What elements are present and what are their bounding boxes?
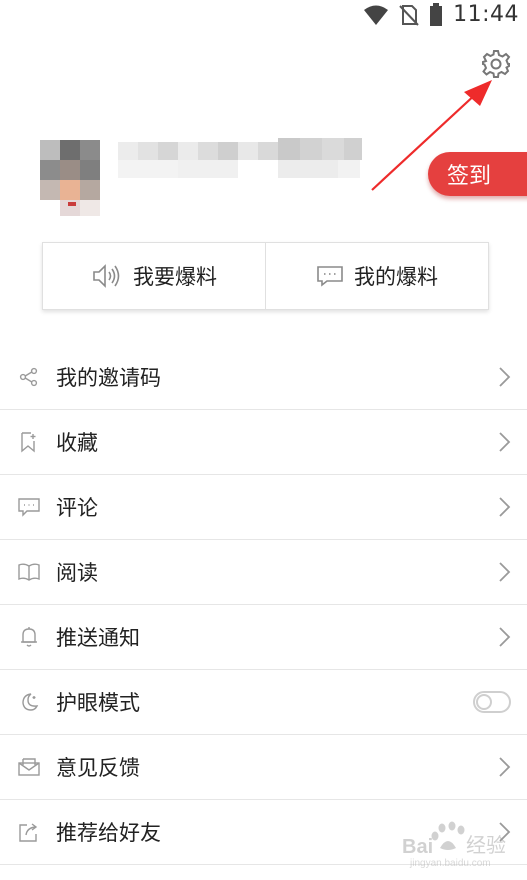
speaker-icon: [93, 264, 120, 288]
menu-item-favorites[interactable]: 收藏: [0, 410, 527, 475]
menu-item-label: 评论: [56, 496, 98, 520]
chevron-right-icon: [499, 497, 511, 517]
submit-tip-label: 我要爆料: [133, 265, 217, 289]
my-tips-button[interactable]: 我的爆料: [265, 243, 488, 309]
username-blurred: [118, 138, 362, 178]
avatar: [22, 136, 118, 220]
chevron-right-icon: [499, 562, 511, 582]
menu-item-label: 收藏: [56, 431, 98, 455]
watermark-url: jingyan.baidu.com: [410, 858, 491, 869]
chat-box-icon: [317, 266, 343, 287]
menu-item-label: 推荐给好友: [56, 821, 161, 845]
book-icon: [18, 561, 40, 583]
menu-item-comments[interactable]: 评论: [0, 475, 527, 540]
status-bar: 11:44: [0, 0, 527, 30]
menu-item-label: 阅读: [56, 561, 98, 585]
menu-item-label: 推送通知: [56, 626, 140, 650]
menu-item-label: 意见反馈: [56, 756, 140, 780]
wifi-icon: [364, 5, 389, 25]
signin-button[interactable]: 签到: [428, 152, 527, 196]
menu-item-invite-code[interactable]: 我的邀请码: [0, 345, 527, 410]
bell-icon: [18, 626, 40, 648]
tip-card: 我要爆料 我的爆料: [42, 242, 489, 310]
comment-icon: [18, 496, 40, 518]
svg-text:Bai: Bai: [402, 836, 433, 858]
share-icon: [18, 366, 40, 388]
eye-care-toggle[interactable]: [473, 691, 511, 713]
recommend-share-icon: [18, 821, 40, 843]
battery-icon: [430, 2, 443, 26]
menu-item-feedback[interactable]: 意见反馈: [0, 735, 527, 800]
menu-item-label: 护眼模式: [56, 691, 140, 715]
menu-item-reading[interactable]: 阅读: [0, 540, 527, 605]
toggle-knob: [476, 694, 492, 710]
moon-icon: [18, 691, 40, 713]
watermark: Bai 经验 jingyan.baidu.com: [402, 820, 522, 876]
chevron-right-icon: [499, 432, 511, 452]
status-icons: 11:44: [363, 2, 519, 27]
signin-label: 签到: [447, 164, 492, 189]
bookmark-icon: [18, 431, 40, 453]
chevron-right-icon: [499, 627, 511, 647]
menu-item-label: 我的邀请码: [56, 366, 161, 390]
no-sim-icon: [399, 4, 419, 26]
menu-list: 我的邀请码 收藏 评论 阅读 推送通知 护眼模式 意见反馈 推荐给好友: [0, 345, 527, 865]
svg-text:经验: 经验: [466, 833, 506, 857]
chevron-right-icon: [499, 757, 511, 777]
chevron-right-icon: [499, 367, 511, 387]
my-tips-label: 我的爆料: [354, 265, 438, 289]
menu-item-push-notifications[interactable]: 推送通知: [0, 605, 527, 670]
menu-item-eye-care-mode[interactable]: 护眼模式: [0, 670, 527, 735]
watermark-logo: Bai 经验: [402, 821, 506, 858]
status-time: 11:44: [453, 2, 519, 27]
mail-icon: [18, 756, 40, 778]
submit-tip-button[interactable]: 我要爆料: [43, 243, 265, 309]
